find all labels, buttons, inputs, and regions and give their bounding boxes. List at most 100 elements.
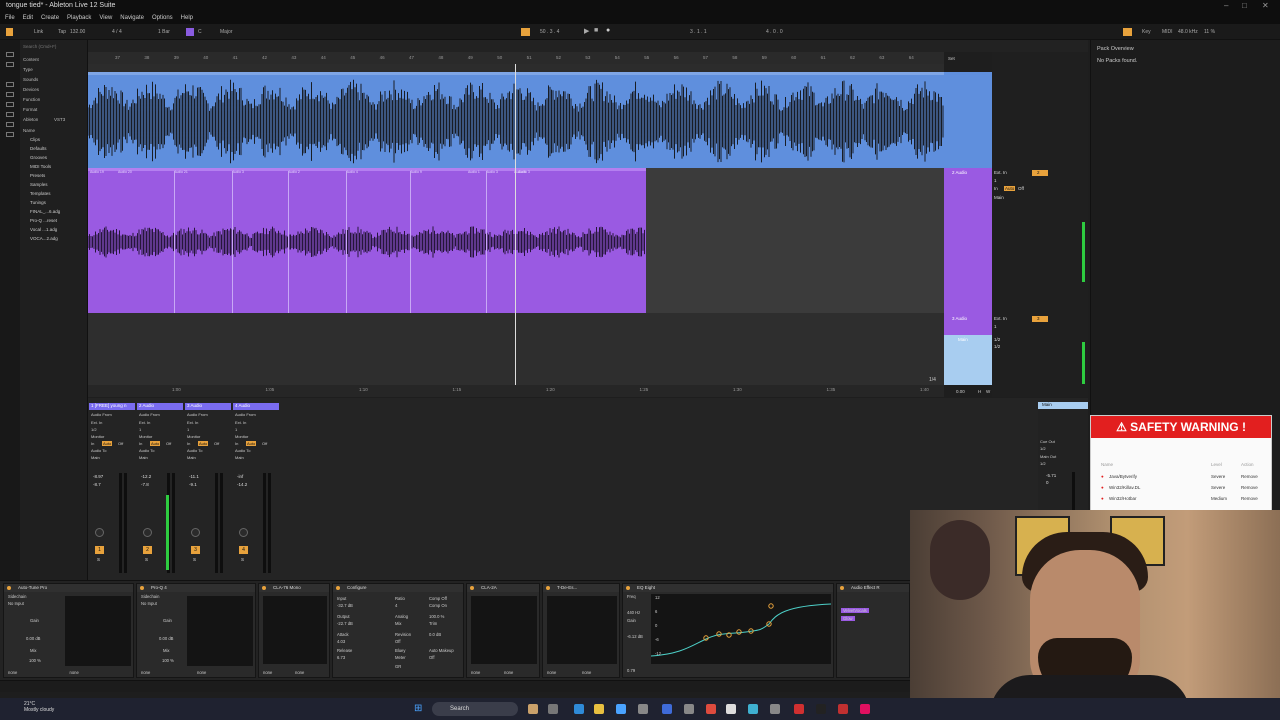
freq-readout[interactable]: 440 Hz — [627, 610, 640, 615]
param-label[interactable]: Output — [337, 614, 350, 619]
follow-icon[interactable] — [521, 28, 530, 36]
midi-effects-icon[interactable] — [6, 122, 14, 127]
device-power-icon[interactable] — [7, 586, 11, 590]
param-value[interactable]: 4 — [395, 603, 397, 608]
explorer-icon[interactable] — [594, 704, 604, 714]
play-icon[interactable]: ▶ — [584, 27, 589, 35]
macro-dropdown[interactable]: none — [8, 670, 17, 675]
audio-from-dropdown[interactable]: Ext. In — [91, 420, 102, 425]
taskbar-search-input[interactable]: Search — [432, 702, 518, 716]
main-volume-readout[interactable]: -5.71 — [1046, 473, 1056, 478]
channel-name[interactable]: 2 Audio — [137, 403, 183, 410]
monitor-in-button[interactable]: In — [91, 441, 94, 446]
monitor-off-button[interactable]: Off — [262, 441, 267, 446]
param-label[interactable]: Revision — [395, 632, 411, 637]
midi-map-button[interactable]: MIDI — [1162, 29, 1173, 35]
pan-knob[interactable] — [239, 528, 248, 537]
menu-playback[interactable]: Playback — [67, 15, 91, 21]
monitor-auto-button[interactable]: Auto — [150, 441, 161, 446]
device-title[interactable]: Pro-Q 4 — [151, 585, 167, 590]
eq-display[interactable] — [650, 594, 832, 664]
browser-item[interactable]: Defaults — [30, 146, 47, 151]
record-icon[interactable]: ● — [606, 27, 610, 34]
store-icon[interactable] — [616, 704, 626, 714]
track-activator[interactable]: 3 — [191, 546, 200, 554]
windows-start-icon[interactable]: ⊞ — [414, 703, 422, 714]
device-power-icon[interactable] — [546, 586, 550, 590]
filter-tag-vst3[interactable]: VST3 — [54, 117, 65, 122]
solo-button[interactable]: S — [145, 557, 148, 562]
device-power-icon[interactable] — [140, 586, 144, 590]
menu-edit[interactable]: Edit — [23, 15, 33, 21]
monitor-off-button[interactable]: Off — [118, 441, 123, 446]
param-label[interactable]: Input — [337, 596, 346, 601]
threat-remove-button[interactable]: Remove — [1241, 474, 1258, 479]
time-ruler[interactable]: 1:00 1:05 1:10 1:15 1:20 1:25 1:30 1:35 1:40 — [88, 385, 944, 397]
param-label[interactable]: Auto Makeup — [429, 648, 454, 653]
pan-knob[interactable] — [143, 528, 152, 537]
main-input-dropdown[interactable]: 1/2 — [994, 337, 1000, 342]
audio-from-dropdown[interactable]: Ext. In — [139, 420, 150, 425]
filter-type[interactable]: Type — [23, 67, 33, 72]
threat-remove-button[interactable]: Remove — [1241, 496, 1258, 501]
main-track-header[interactable]: Main — [944, 335, 992, 385]
device-power-icon[interactable] — [840, 586, 844, 590]
device-title[interactable]: T-De-Es... — [557, 585, 577, 590]
sounds-icon[interactable] — [6, 82, 14, 87]
arrangement-overview[interactable] — [88, 40, 1088, 52]
plugin-display[interactable] — [547, 596, 617, 664]
instruments-icon[interactable] — [6, 102, 14, 107]
input-channel-dropdown[interactable]: 1 — [994, 178, 997, 183]
weather-widget[interactable]: 21°C Mostly cloudy — [24, 701, 54, 713]
app-icon[interactable] — [684, 704, 694, 714]
param-value[interactable]: 6.73 — [337, 655, 345, 660]
macro-dropdown[interactable]: none — [471, 670, 480, 675]
param-value[interactable]: 4.03 — [337, 639, 345, 644]
monitor-auto-button[interactable]: Auto — [246, 441, 257, 446]
param-value[interactable]: Mix — [395, 621, 402, 626]
param-label[interactable]: Ratio — [395, 596, 405, 601]
pan-knob[interactable] — [95, 528, 104, 537]
param-label[interactable]: Bluey — [395, 648, 405, 653]
menu-file[interactable]: File — [5, 15, 15, 21]
channel-dropdown[interactable]: 1 — [187, 427, 189, 432]
tap-button[interactable]: Tap — [58, 29, 66, 35]
plugins-icon[interactable] — [6, 132, 14, 137]
tempo-field[interactable]: 132.00 — [70, 29, 85, 35]
macro-dropdown[interactable]: none — [295, 670, 304, 675]
audio-clip-blue[interactable] — [87, 72, 944, 168]
app-icon[interactable] — [794, 704, 804, 714]
key-map-button[interactable]: Key — [1142, 29, 1151, 35]
monitor-off-button[interactable]: Off — [214, 441, 219, 446]
gain-readout[interactable]: -6.12 dB — [627, 634, 643, 639]
input-channel-dropdown[interactable]: 1 — [994, 324, 997, 329]
app-icon[interactable] — [662, 704, 672, 714]
drums-icon[interactable] — [6, 92, 14, 97]
input-type-dropdown[interactable]: Ext. In — [994, 170, 1007, 175]
monitor-auto-button[interactable]: Auto — [102, 441, 113, 446]
menu-navigate[interactable]: Navigate — [120, 15, 144, 21]
filter-devices[interactable]: Devices — [23, 87, 39, 92]
monitor-off-button[interactable]: Off — [1018, 186, 1024, 191]
quantize-dropdown[interactable]: 1 Bar — [158, 29, 170, 35]
places-icon[interactable] — [6, 52, 14, 57]
monitor-in-button[interactable]: In — [235, 441, 238, 446]
param-value[interactable]: Meter — [395, 655, 406, 660]
macro-dropdown[interactable]: none — [263, 670, 272, 675]
device-power-icon[interactable] — [470, 586, 474, 590]
param-value[interactable]: Off — [395, 639, 401, 644]
browser-item[interactable]: Samples — [30, 182, 48, 187]
input-type-dropdown[interactable]: Ext. In — [994, 316, 1007, 321]
loop-length-field[interactable]: 4 . 0 . 0 — [766, 29, 783, 35]
main-out-dropdown[interactable]: 1/2 — [1040, 461, 1046, 466]
solo-button[interactable]: S — [97, 557, 100, 562]
macro-dropdown[interactable]: none — [504, 670, 513, 675]
monitor-auto-button[interactable]: Auto — [198, 441, 209, 446]
rack-chain-item[interactable]: Glow — [841, 616, 855, 621]
playhead[interactable] — [515, 64, 516, 386]
cue-out-dropdown[interactable]: 1/2 — [1040, 446, 1046, 451]
name-column-header[interactable]: Name — [23, 128, 35, 133]
draw-mode-icon[interactable] — [1123, 28, 1132, 36]
track-activator[interactable]: 2 — [143, 546, 152, 554]
sidechain-input-dropdown[interactable]: No Input — [141, 601, 157, 606]
